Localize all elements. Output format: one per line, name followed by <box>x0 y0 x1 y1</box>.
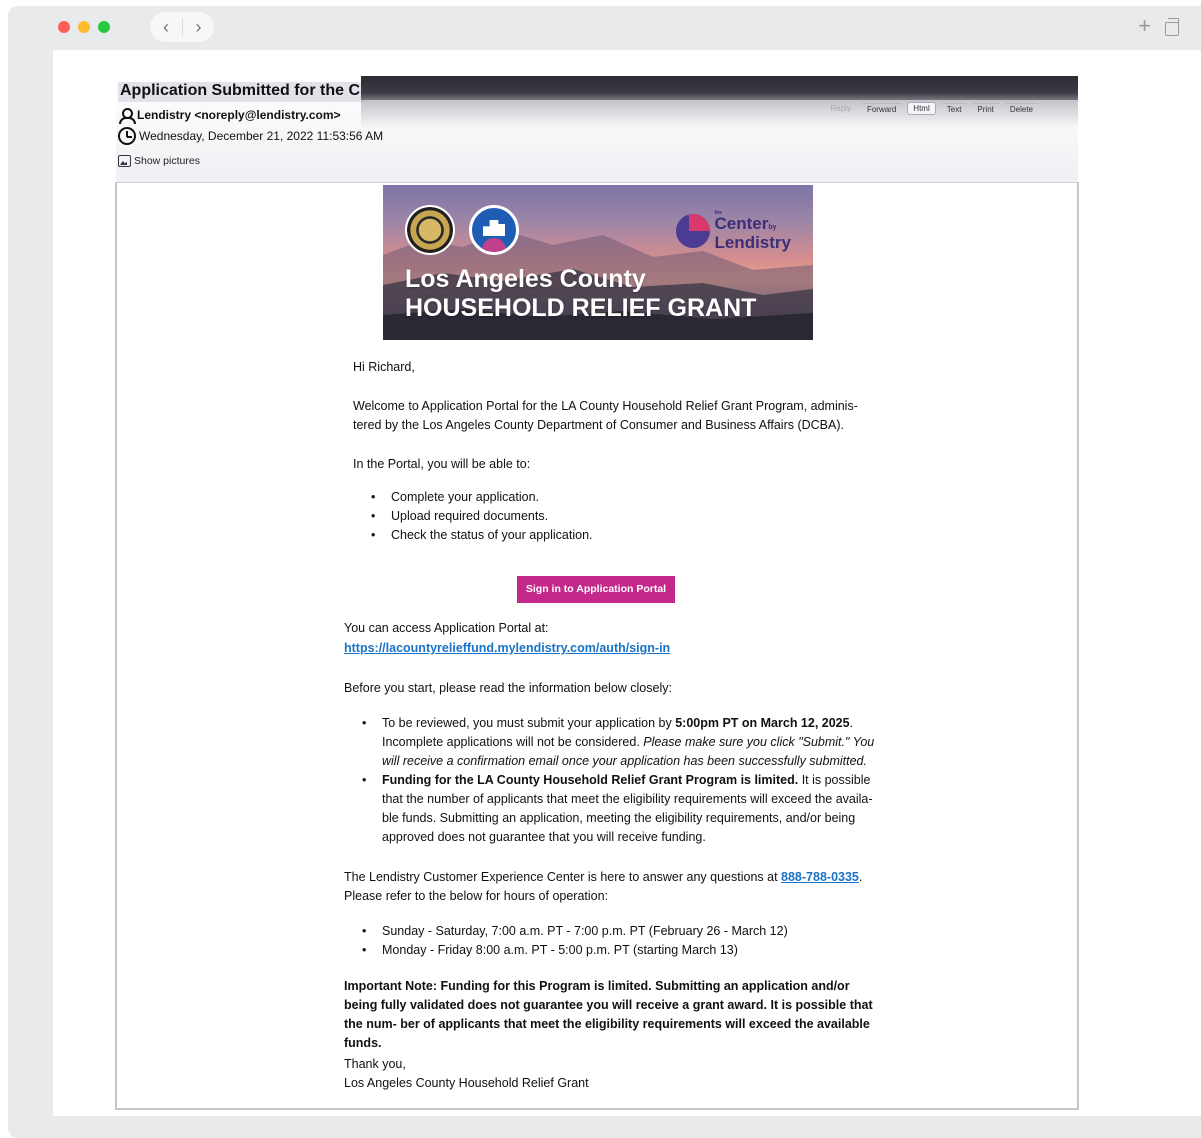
list-item: To be reviewed, you must submit your app… <box>344 714 878 771</box>
minimize-window-button[interactable] <box>78 21 90 33</box>
html-view-button[interactable]: Html <box>907 102 936 115</box>
signature: Los Angeles County Household Relief Gran… <box>344 1076 589 1090</box>
sent-date: Wednesday, December 21, 2022 11:53:56 AM <box>139 129 384 143</box>
redaction-bar <box>361 76 1078 100</box>
chevron-right-icon[interactable]: › <box>182 17 214 37</box>
email-header: Application Submitted for the C Lendistr… <box>116 76 1078 182</box>
important-note: Important Note: Funding for this Program… <box>344 979 873 1050</box>
list-item: Complete your application. <box>353 488 873 507</box>
deadline-text: To be reviewed, you must submit your app… <box>382 716 676 730</box>
navigation-buttons: ‹ › <box>150 12 214 42</box>
show-pictures-link[interactable]: Show pictures <box>118 155 200 167</box>
signoff: Thank you, <box>344 1057 406 1071</box>
welcome-paragraph: Welcome to Application Portal for the LA… <box>353 399 858 432</box>
clock-icon <box>118 127 136 145</box>
list-item: Sunday - Saturday, 7:00 a.m. PT - 7:00 p… <box>344 922 878 941</box>
forward-button[interactable]: Forward <box>861 102 902 115</box>
reply-button[interactable]: Reply <box>826 103 856 114</box>
list-item: Check the status of your application. <box>353 526 873 545</box>
funding-limited-heading: Funding for the LA County Household Reli… <box>382 773 799 787</box>
email-body: the Centerby Lendistry Los Angeles Count… <box>115 182 1079 1110</box>
deadline-date: 5:00pm PT on March 12, 2025 <box>675 716 850 730</box>
picture-icon <box>118 155 131 167</box>
window-chrome: ‹ › + <box>8 6 1201 50</box>
print-button[interactable]: Print <box>972 102 999 115</box>
portal-feature-list: Complete your application. Upload requir… <box>353 488 873 545</box>
portal-url-link[interactable]: https://lacountyrelieffund.mylendistry.c… <box>344 639 878 658</box>
important-info-list: To be reviewed, you must submit your app… <box>344 714 878 847</box>
list-item: Funding for the LA County Household Reli… <box>344 771 878 847</box>
greeting: Hi Richard, <box>353 360 415 374</box>
before-start-text: Before you start, please read the inform… <box>344 681 672 695</box>
text-view-button[interactable]: Text <box>941 102 967 115</box>
support-paragraph: The Lendistry Customer Experience Center… <box>344 868 878 906</box>
list-item: Upload required documents. <box>353 507 873 526</box>
close-window-button[interactable] <box>58 21 70 33</box>
show-pictures-label[interactable]: Show pictures <box>134 155 200 167</box>
letter-content: Hi Richard, Welcome to Application Porta… <box>117 183 1077 1103</box>
email-view: Application Submitted for the C Lendistr… <box>53 50 1201 1116</box>
portal-intro: In the Portal, you will be able to: <box>353 457 531 471</box>
sign-in-portal-button[interactable]: Sign in to Application Portal <box>517 576 675 603</box>
support-text: The Lendistry Customer Experience Center… <box>344 870 782 884</box>
hours-list: Sunday - Saturday, 7:00 a.m. PT - 7:00 p… <box>344 922 878 960</box>
email-subject: Application Submitted for the C <box>118 82 364 102</box>
email-from: Lendistry <noreply@lendistry.com> <box>118 107 341 124</box>
sender-address: Lendistry <noreply@lendistry.com> <box>137 108 341 122</box>
restore-icon[interactable] <box>1165 18 1179 36</box>
support-phone-link[interactable]: 888-788-0335 <box>781 870 859 884</box>
email-actions: Reply Forward Html Text Print Delete <box>826 102 1038 115</box>
chevron-left-icon[interactable]: ‹ <box>150 12 182 42</box>
maximize-window-button[interactable] <box>98 21 110 33</box>
person-icon <box>118 107 136 124</box>
email-date: Wednesday, December 21, 2022 11:53:56 AM <box>118 127 383 145</box>
browser-window: ‹ › + Application Submitted for the C Le… <box>8 6 1201 1138</box>
list-item: Monday - Friday 8:00 a.m. PT - 5:00 p.m.… <box>344 941 878 960</box>
delete-button[interactable]: Delete <box>1004 102 1038 115</box>
access-text: You can access Application Portal at: <box>344 621 549 635</box>
plus-icon[interactable]: + <box>1138 15 1151 37</box>
